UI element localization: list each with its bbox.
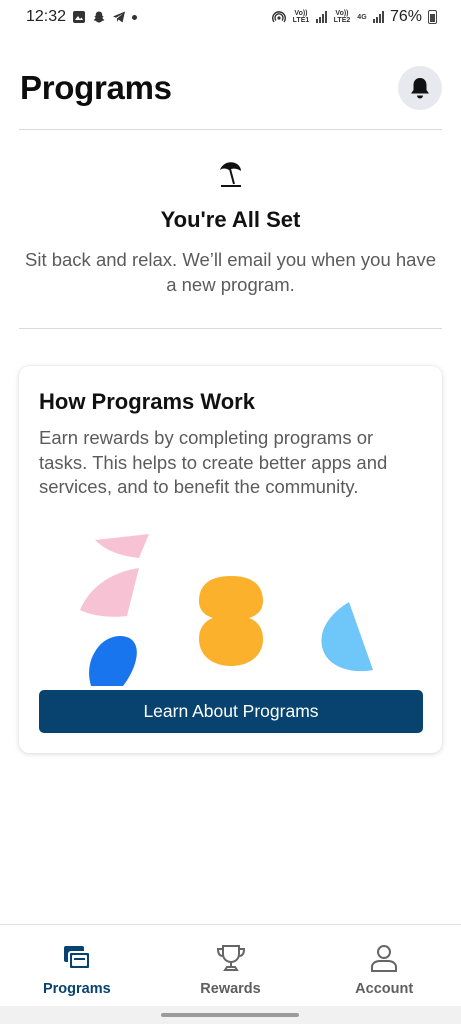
home-gesture-bar[interactable] <box>161 1013 299 1017</box>
nav-label-programs: Programs <box>42 981 111 997</box>
light-blue-shape <box>321 602 373 672</box>
section-divider <box>19 328 442 329</box>
programs-cards-icon <box>63 946 91 970</box>
pink-shape-top <box>95 534 149 558</box>
beach-umbrella-icon <box>219 162 241 187</box>
status-right: Vo)) LTE1 Vo)) LTE2 4G 76% <box>271 8 437 26</box>
header-divider <box>19 129 442 130</box>
network-type-label: 4G <box>357 13 367 21</box>
signal-strength-1-icon <box>315 11 327 23</box>
status-time: 12:32 <box>26 8 67 25</box>
bell-icon <box>411 78 429 99</box>
trophy-icon <box>216 945 245 971</box>
nav-label-account: Account <box>355 981 414 997</box>
system-navigation-area <box>0 1006 461 1024</box>
nav-label-rewards: Rewards <box>200 981 261 997</box>
gallery-notification-icon <box>73 11 86 23</box>
sim1-label: Vo)) LTE1 <box>292 10 310 24</box>
hotspot-icon <box>271 11 286 23</box>
orange-shape <box>199 576 263 666</box>
page-title: Programs <box>20 69 172 106</box>
page-header: Programs <box>20 58 442 118</box>
blue-shape <box>89 635 137 686</box>
person-icon <box>371 945 398 972</box>
card-title: How Programs Work <box>39 389 255 414</box>
status-bar: 12:32 Vo)) LTE1 Vo)) LTE2 4G 76% <box>0 0 461 34</box>
nav-item-rewards[interactable]: Rewards <box>154 925 308 1006</box>
pink-shape-bottom <box>80 568 139 617</box>
notifications-button[interactable] <box>398 66 442 110</box>
all-set-title: You're All Set <box>160 207 301 232</box>
more-notifications-dot <box>132 14 138 20</box>
telegram-notification-icon <box>113 11 126 23</box>
snapchat-notification-icon <box>93 11 105 23</box>
status-left: 12:32 <box>26 8 138 26</box>
nav-item-programs[interactable]: Programs <box>0 925 154 1006</box>
bottom-navigation: Programs Rewards Account <box>0 924 461 1006</box>
all-set-message: Sit back and relax. We’ll email you when… <box>25 249 436 295</box>
card-description: Earn rewards by completing programs or t… <box>39 427 388 497</box>
decorative-shapes-illustration <box>80 534 373 686</box>
signal-strength-2-icon <box>372 11 384 23</box>
learn-about-programs-button[interactable]: Learn About Programs <box>39 690 423 733</box>
sim2-label: Vo)) LTE2 <box>333 10 351 24</box>
battery-icon <box>428 10 437 24</box>
battery-percent: 76% <box>389 8 422 25</box>
all-set-section: You're All Set Sit back and relax. We’ll… <box>19 160 442 297</box>
how-programs-work-card: How Programs Work Earn rewards by comple… <box>19 366 442 753</box>
nav-item-account[interactable]: Account <box>307 925 461 1006</box>
